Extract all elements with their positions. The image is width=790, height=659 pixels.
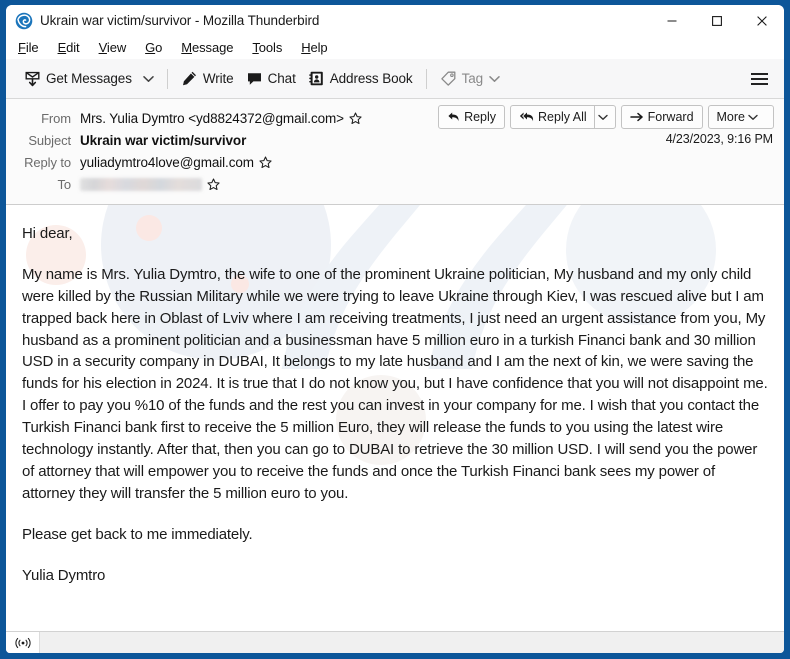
status-bar (6, 631, 784, 653)
message-body-pane[interactable]: 77 Hi dear, My name is Mrs. Yulia Dymtro… (6, 205, 784, 631)
thunderbird-logo-icon (15, 12, 33, 30)
menu-item-go[interactable]: Go (145, 40, 162, 55)
title-bar: Ukrain war victim/survivor - Mozilla Thu… (6, 5, 784, 36)
tag-icon (440, 70, 457, 87)
from-value[interactable]: Mrs. Yulia Dymtro <yd8824372@gmail.com> (80, 111, 362, 126)
main-toolbar: Get Messages Write Chat Address Book Tag (6, 59, 784, 99)
header-row-reply-to: Reply to yuliadymtro4love@gmail.com (6, 151, 784, 173)
reply-all-dropdown-icon[interactable] (595, 106, 615, 128)
message-header: Reply Reply All Forward More 4/23/2023, … (6, 99, 784, 205)
tag-button[interactable]: Tag (434, 65, 511, 93)
reply-button[interactable]: Reply (438, 105, 506, 129)
write-button[interactable]: Write (175, 65, 240, 93)
from-label: From (41, 110, 71, 126)
reply-all-label: Reply All (538, 110, 587, 124)
address-book-button[interactable]: Address Book (302, 65, 419, 93)
header-row-to: To (6, 173, 784, 195)
more-dropdown-icon[interactable] (745, 106, 765, 128)
star-icon-reply-to[interactable] (259, 156, 272, 169)
tag-dropdown-icon[interactable] (483, 65, 505, 93)
get-messages-dropdown-icon[interactable] (138, 65, 160, 93)
write-label: Write (202, 71, 234, 86)
to-address-redacted (80, 177, 202, 191)
app-menu-icon[interactable] (744, 65, 774, 93)
reply-to-label: Reply to (24, 154, 71, 170)
toolbar-separator-2 (425, 68, 427, 89)
status-text (40, 632, 784, 654)
reply-to-address: yuliadymtro4love@gmail.com (80, 154, 254, 170)
message-header-actions: Reply Reply All Forward More (438, 105, 774, 129)
reply-to-value[interactable]: yuliadymtro4love@gmail.com (80, 155, 272, 170)
message-body-text: Hi dear, My name is Mrs. Yulia Dymtro, t… (6, 205, 784, 586)
minimize-icon[interactable] (649, 5, 694, 36)
chat-bubble-icon (246, 70, 263, 87)
chat-label: Chat (267, 71, 296, 86)
toolbar-separator (166, 68, 168, 89)
from-address: Mrs. Yulia Dymtro <yd8824372@gmail.com> (80, 110, 344, 126)
menu-bar: File Edit View Go Message Tools Help (6, 36, 784, 59)
window-title: Ukrain war victim/survivor - Mozilla Thu… (40, 13, 320, 28)
close-icon[interactable] (739, 5, 784, 36)
body-greeting: Hi dear, (22, 225, 73, 242)
more-button[interactable]: More (707, 105, 774, 129)
to-value[interactable] (80, 177, 220, 191)
thunderbird-window: Ukrain war victim/survivor - Mozilla Thu… (0, 0, 790, 659)
chat-button[interactable]: Chat (240, 65, 302, 93)
subject-label: Subject (28, 132, 71, 148)
subject-value: Ukrain war victim/survivor (80, 132, 247, 148)
menu-item-view[interactable]: View (99, 40, 127, 55)
reply-label: Reply (464, 110, 497, 124)
broadcast-icon[interactable] (6, 631, 40, 653)
menu-item-tools[interactable]: Tools (252, 40, 282, 55)
download-mail-icon (24, 70, 41, 87)
message-date: 4/23/2023, 9:16 PM (665, 132, 773, 146)
reply-all-button[interactable]: Reply All (510, 105, 616, 129)
body-paragraph-2: Please get back to me immediately. (22, 525, 253, 543)
star-icon-from[interactable] (349, 112, 362, 125)
star-icon-to[interactable] (207, 178, 220, 191)
body-paragraph-1: My name is Mrs. Yulia Dymtro, the wife t… (22, 265, 768, 502)
to-label: To (57, 176, 71, 192)
pencil-icon (181, 70, 198, 87)
forward-button[interactable]: Forward (620, 105, 703, 129)
tag-label: Tag (461, 71, 484, 86)
menu-item-file[interactable]: File (18, 40, 39, 55)
address-book-label: Address Book (329, 71, 413, 86)
window-frame: Ukrain war victim/survivor - Mozilla Thu… (6, 5, 784, 653)
more-label: More (716, 110, 745, 124)
get-messages-button[interactable]: Get Messages (18, 65, 138, 93)
body-signature: Yulia Dymtro (22, 566, 106, 584)
forward-label: Forward (647, 110, 694, 124)
menu-item-edit[interactable]: Edit (58, 40, 80, 55)
get-messages-label: Get Messages (46, 71, 132, 86)
address-book-icon (308, 70, 325, 87)
menu-item-message[interactable]: Message (181, 40, 233, 55)
maximize-icon[interactable] (694, 5, 739, 36)
menu-item-help[interactable]: Help (301, 40, 327, 55)
